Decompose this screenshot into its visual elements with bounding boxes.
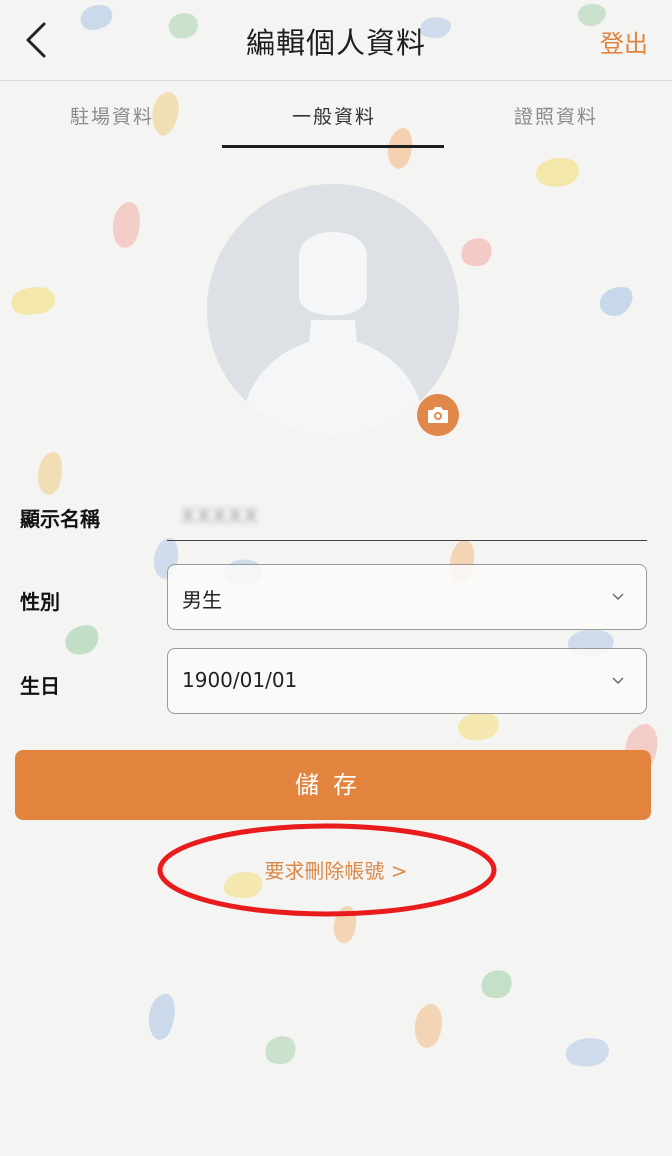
tab-venue-info[interactable]: 駐場資料: [0, 102, 224, 129]
top-bar: 編輯個人資料 登出: [0, 0, 672, 80]
gender-label: 性別: [20, 590, 60, 614]
header-divider: [0, 80, 672, 81]
chevron-down-icon: [612, 677, 624, 684]
page-title: 編輯個人資料: [245, 26, 426, 60]
camera-icon: [428, 407, 448, 423]
display-name-value: XXXXX: [181, 504, 260, 528]
save-button[interactable]: 儲存: [15, 750, 651, 820]
birthday-value: 1900/01/01: [182, 668, 298, 692]
active-tab-indicator: [222, 145, 444, 148]
tab-bar: 駐場資料 一般資料 證照資料: [0, 82, 672, 152]
change-photo-button[interactable]: [417, 394, 459, 436]
birthday-select[interactable]: 1900/01/01: [167, 648, 647, 714]
display-name-label: 顯示名稱: [20, 507, 100, 531]
gender-select[interactable]: 男生: [167, 564, 647, 630]
tab-general-info[interactable]: 一般資料: [222, 102, 446, 129]
request-delete-account-link[interactable]: 要求刪除帳號 >: [0, 855, 672, 884]
avatar[interactable]: [207, 184, 459, 436]
display-name-input[interactable]: XXXXX: [167, 496, 647, 541]
tab-license-info[interactable]: 證照資料: [444, 102, 668, 129]
chevron-down-icon: [612, 593, 624, 600]
logout-button[interactable]: 登出: [600, 24, 648, 59]
birthday-label: 生日: [20, 674, 60, 698]
gender-value: 男生: [182, 588, 222, 612]
avatar-placeholder-icon: [207, 184, 459, 436]
